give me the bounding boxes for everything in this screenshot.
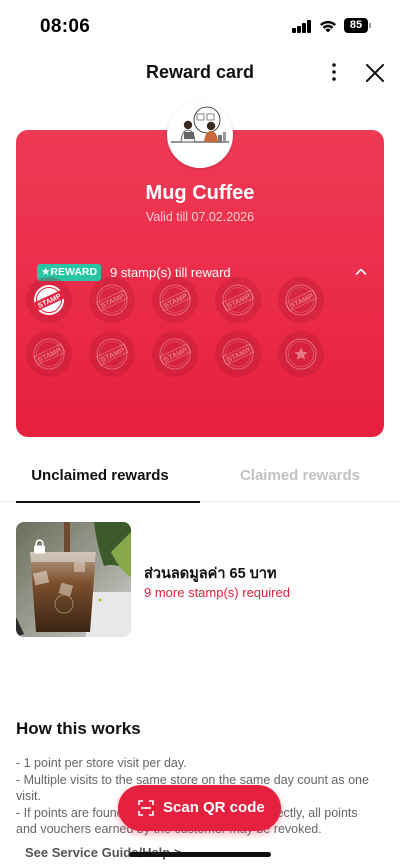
shop-logo xyxy=(167,102,233,168)
stamp-empty: STAMP xyxy=(215,331,261,377)
reward-card: Mug Cuffee Valid till 07.02.2026 ★REWARD… xyxy=(16,130,384,437)
stamp-icon: STAMP xyxy=(159,338,192,370)
header: Reward card xyxy=(0,50,400,94)
stamp-empty: STAMP xyxy=(89,331,135,377)
valid-till: Valid till 07.02.2026 xyxy=(145,210,255,224)
reward-name: ส่วนลดมูลค่า 65 บาท xyxy=(144,566,277,582)
stamp-empty: STAMP xyxy=(152,277,198,323)
chevron-up-icon[interactable] xyxy=(354,266,368,278)
stamp-icon: STAMP xyxy=(96,338,129,370)
svg-text:STAMP: STAMP xyxy=(162,291,188,310)
reward-requirement: 9 more stamp(s) required xyxy=(144,585,290,600)
svg-text:STAMP: STAMP xyxy=(36,345,62,364)
svg-text:STAMP: STAMP xyxy=(225,345,251,364)
stamp-icon: STAMP xyxy=(222,338,255,370)
qr-scan-icon xyxy=(138,800,154,816)
stamp-icon: STAMP xyxy=(285,284,318,316)
stamp-icon: STAMP xyxy=(222,284,255,316)
reward-tabs: Unclaimed rewards Claimed rewards xyxy=(0,456,400,503)
svg-text:STAMP: STAMP xyxy=(99,345,125,364)
status-bar: 08:06 85 xyxy=(0,0,400,50)
how-it-works-title: How this works xyxy=(16,719,141,738)
stamp-empty: STAMP xyxy=(89,277,135,323)
stamp-empty: STAMP xyxy=(215,277,261,323)
svg-text:STAMP: STAMP xyxy=(288,291,314,310)
scan-qr-label: Scan QR code xyxy=(163,799,265,816)
stamp-icon: STAMP xyxy=(159,284,192,316)
stamp-icon: STAMP xyxy=(96,284,129,316)
status-time: 08:06 xyxy=(40,16,91,37)
tab-unclaimed-rewards[interactable]: Unclaimed rewards xyxy=(0,456,200,503)
svg-text:STAMP: STAMP xyxy=(162,345,188,364)
shop-logo-illustration xyxy=(171,106,229,143)
svg-text:STAMP: STAMP xyxy=(225,291,251,310)
reward-photo xyxy=(16,522,131,637)
more-vertical-icon[interactable] xyxy=(322,60,346,84)
stamp-icon: STAMP xyxy=(33,285,65,315)
wifi-icon xyxy=(320,20,336,33)
stamp-icon: STAMP xyxy=(33,338,66,370)
battery-icon: 85 xyxy=(344,18,371,33)
stamp-collected: STAMP xyxy=(26,277,72,323)
battery-level: 85 xyxy=(344,18,368,33)
stamp-empty: STAMP xyxy=(278,277,324,323)
tab-claimed-rewards[interactable]: Claimed rewards xyxy=(200,456,400,502)
stamp-reward-slot xyxy=(278,331,324,377)
scan-qr-button[interactable]: Scan QR code xyxy=(118,785,281,831)
cellular-signal-icon xyxy=(292,20,312,33)
svg-text:STAMP: STAMP xyxy=(99,291,125,310)
reward-list-item[interactable]: ส่วนลดมูลค่า 65 บาท 9 more stamp(s) requ… xyxy=(16,522,384,638)
home-indicator xyxy=(129,852,271,857)
lock-icon xyxy=(34,539,45,554)
stamp-empty: STAMP xyxy=(26,331,72,377)
how-it-works-line: - 1 point per store visit per day. xyxy=(16,756,187,770)
close-icon[interactable] xyxy=(362,60,388,86)
shop-name: Mug Cuffee xyxy=(145,182,255,204)
stamp-empty: STAMP xyxy=(152,331,198,377)
stamp-icon xyxy=(285,338,317,370)
